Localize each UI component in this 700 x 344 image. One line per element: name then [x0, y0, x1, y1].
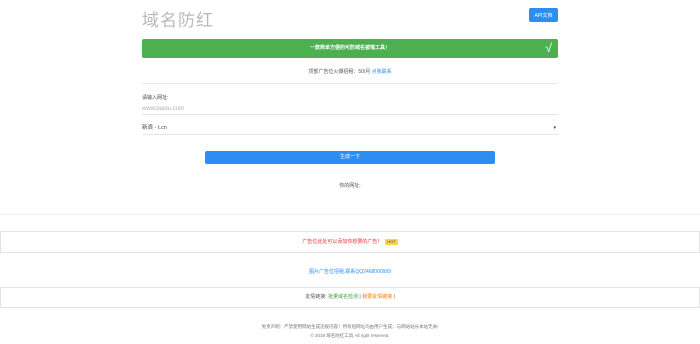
banner-text: 一款简单方便的可防域名被墙工具！: [309, 45, 390, 51]
friend-links: 友情链接: 批量域名检测 | 我要友情链接 |: [1, 288, 699, 307]
domain-select[interactable]: 新浪 - t.cn ▾: [142, 122, 558, 135]
friend-link-batch-check[interactable]: 批量域名检测: [328, 294, 358, 300]
site-title: 域名防红: [142, 11, 214, 31]
ad-text: 顶部广告位火爆招租：50/月: [308, 69, 371, 75]
ad-box-text: 广告位此处可以添加你想要的广告！ HOT: [1, 232, 699, 252]
link-separator: |: [359, 294, 361, 300]
url-input[interactable]: [142, 103, 558, 115]
result-label: 你的网址:: [339, 183, 361, 189]
footer-disclaimer: 免责声明：严禁使用网站生成违规内容！所有短网址均由用户生成，与网站站长本站无关!: [261, 324, 439, 329]
chevron-down-icon: ▾: [553, 125, 556, 131]
generate-button[interactable]: 生成一下: [205, 151, 495, 164]
top-ad-line: 顶部广告位火爆招租：50/月 点我联系: [142, 68, 558, 76]
contact-link[interactable]: 点我联系: [372, 69, 392, 75]
contact-text[interactable]: 图片广告位招租,联系QQ2468000999: [0, 268, 700, 275]
friend-link-apply[interactable]: 我要友情链接: [362, 294, 392, 300]
check-icon: √: [545, 41, 552, 55]
ad-box-label: 广告位此处可以添加你想要的广告！: [302, 239, 383, 245]
api-docs-button[interactable]: API文档: [529, 8, 558, 22]
divider: [142, 83, 558, 84]
link-separator-end: |: [393, 294, 395, 300]
url-label: 请输入网址:: [142, 95, 169, 101]
header: 域名防红 API文档: [142, 6, 558, 31]
success-banner: 一款简单方便的可防域名被墙工具！ √: [142, 39, 558, 58]
select-value: 新浪 - t.cn: [142, 125, 167, 131]
footer-copyright: © 2019 域名防红工具 All right reserved.: [310, 333, 390, 338]
section-divider: [0, 214, 700, 215]
hot-badge: HOT: [385, 238, 398, 245]
friend-links-label: 友情链接:: [305, 294, 327, 300]
friend-links-box: 友情链接: 批量域名检测 | 我要友情链接 |: [0, 287, 700, 308]
ad-box: 广告位此处可以添加你想要的广告！ HOT: [0, 231, 700, 253]
